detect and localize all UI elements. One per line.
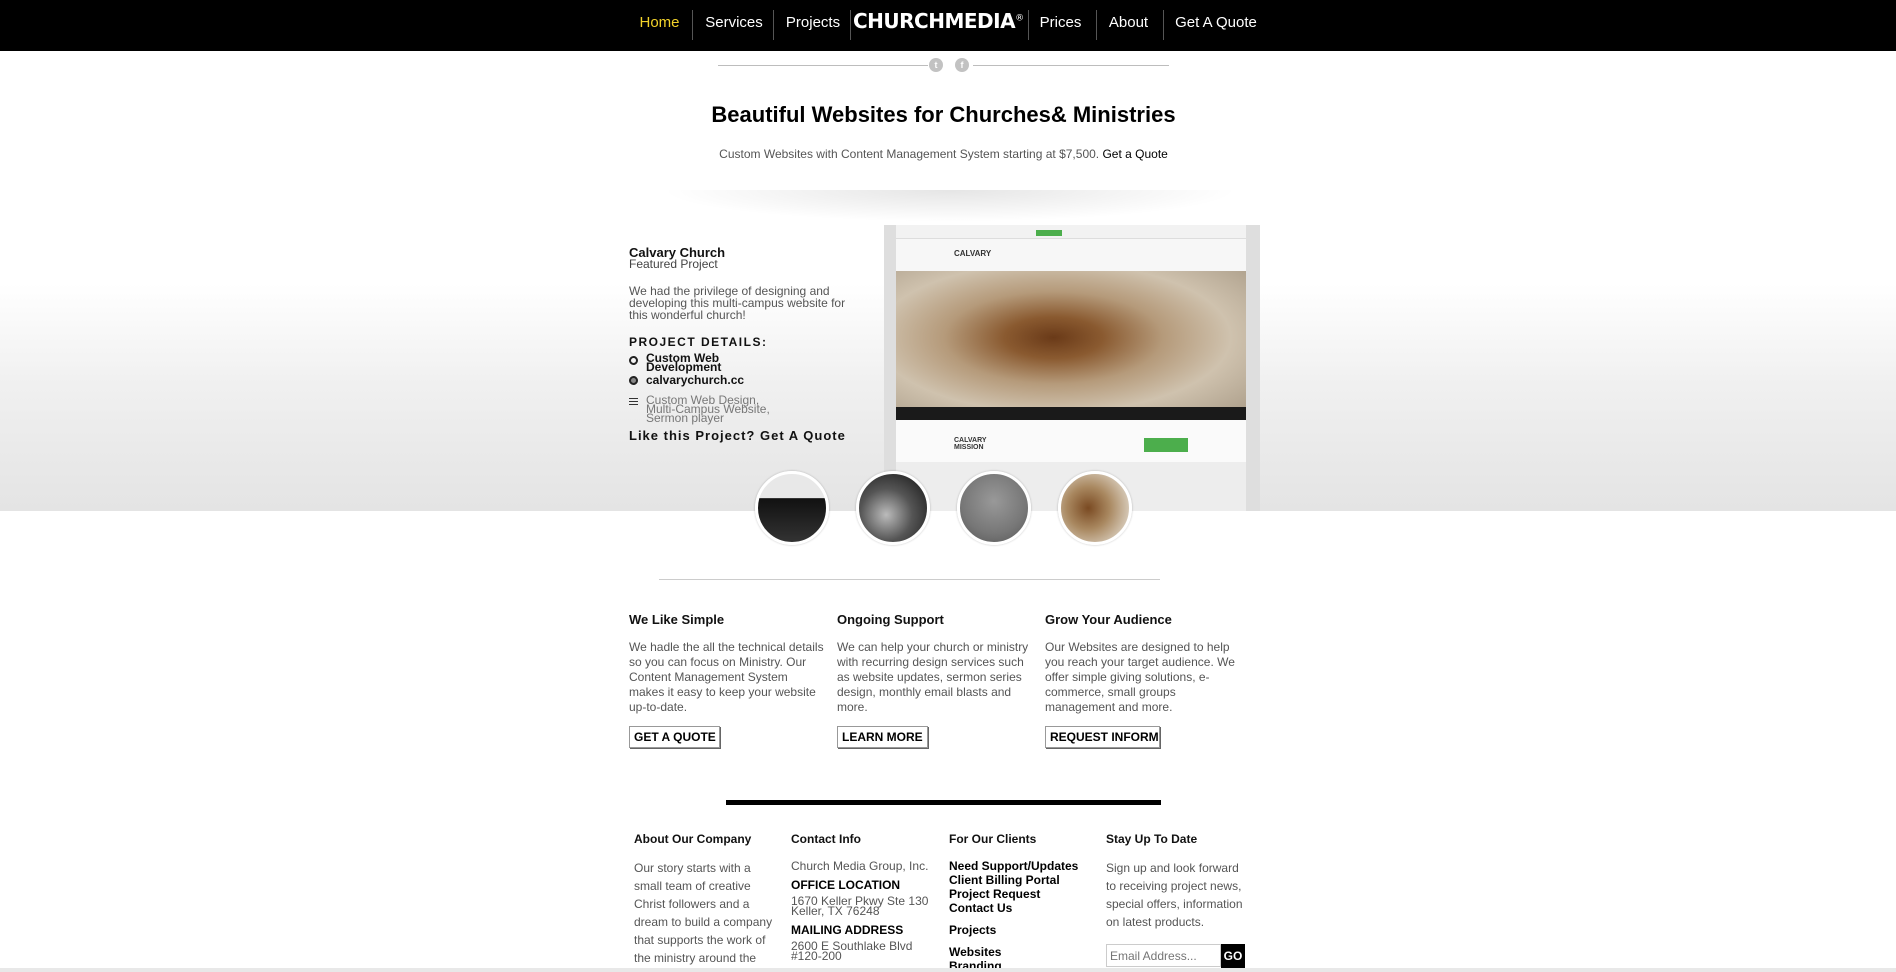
feature-we-like-simple: We Like Simple We hadle the all the tech… bbox=[629, 612, 824, 748]
feature-text: We hadle the all the technical details s… bbox=[629, 640, 824, 714]
projects-heading[interactable]: Projects bbox=[949, 923, 1094, 937]
mock-logo: CALVARY bbox=[954, 249, 992, 258]
websites-link[interactable]: Websites bbox=[949, 945, 1094, 959]
like-project-cta[interactable]: Like this Project? Get A Quote bbox=[629, 428, 846, 443]
mock-mission-bar bbox=[896, 420, 1246, 462]
project-tags-text: Custom Web Design, Multi-Campus Website,… bbox=[646, 393, 770, 425]
project-thumbnail-3[interactable] bbox=[957, 471, 1031, 545]
twitter-icon[interactable]: t bbox=[929, 58, 943, 72]
section-shadow bbox=[660, 190, 1240, 222]
get-a-quote-button[interactable]: GET A QUOTE bbox=[629, 726, 720, 748]
screenshot-frame: CALVARY CALVARY MISSION bbox=[896, 225, 1246, 511]
client-billing-portal-link[interactable]: Client Billing Portal bbox=[949, 873, 1094, 887]
footer-clients: For Our Clients Need Support/Updates Cli… bbox=[949, 832, 1094, 972]
get-a-quote-link[interactable]: Get a Quote bbox=[1102, 147, 1167, 161]
project-thumbnail-4[interactable] bbox=[1058, 471, 1132, 545]
nav-separator bbox=[1028, 10, 1029, 40]
feature-ongoing-support: Ongoing Support We can help your church … bbox=[837, 612, 1032, 748]
project-url-link[interactable]: calvarychurch.cc bbox=[646, 374, 766, 386]
nav-separator bbox=[1163, 10, 1164, 40]
list-icon bbox=[629, 398, 638, 407]
featured-project-description: We had the privilege of designing and de… bbox=[629, 284, 846, 322]
churchmedia-logo[interactable]: CHURCHMEDIA® bbox=[853, 9, 1024, 33]
nav-separator bbox=[692, 10, 693, 40]
feature-text: Our Websites are designed to help you re… bbox=[1045, 640, 1235, 714]
bottom-scroll-strip bbox=[0, 968, 1896, 972]
mock-green-button bbox=[1036, 230, 1062, 236]
footer-divider bbox=[726, 800, 1161, 805]
mock-thumbnail-strip bbox=[896, 407, 1246, 420]
nav-projects[interactable]: Projects bbox=[783, 0, 843, 51]
header-divider-right bbox=[973, 65, 1169, 66]
logo-registered-mark: ® bbox=[1015, 13, 1024, 24]
project-screenshot[interactable]: CALVARY CALVARY MISSION bbox=[884, 225, 1260, 511]
email-field[interactable] bbox=[1106, 944, 1221, 967]
nav-prices[interactable]: Prices bbox=[1037, 0, 1084, 51]
feature-title: We Like Simple bbox=[629, 612, 725, 627]
subtitle-text: Custom Websites with Content Management … bbox=[719, 147, 1100, 161]
mock-header bbox=[896, 239, 1246, 271]
footer-newsletter-text: Sign up and look forward to receiving pr… bbox=[1106, 861, 1243, 929]
feature-title: Grow Your Audience bbox=[1045, 612, 1172, 627]
main-nav: Home Services Projects CHURCHMEDIA® Pric… bbox=[0, 0, 1896, 51]
feature-text: We can help your church or ministry with… bbox=[837, 640, 1029, 714]
logo-text: CHURCHMEDIA bbox=[853, 9, 1016, 33]
need-support-link[interactable]: Need Support/Updates bbox=[949, 859, 1094, 873]
mock-topbar bbox=[896, 225, 1246, 239]
contact-us-link[interactable]: Contact Us bbox=[949, 901, 1094, 915]
project-thumbnail-1[interactable] bbox=[755, 471, 829, 545]
service-icon bbox=[629, 356, 638, 365]
footer-newsletter: Stay Up To Date Sign up and look forward… bbox=[1106, 832, 1251, 931]
footer-contact-title: Contact Info bbox=[791, 832, 861, 846]
footer-contact: Contact Info Church Media Group, Inc. OF… bbox=[791, 832, 936, 962]
footer-about-text: Our story starts with a small team of cr… bbox=[634, 861, 773, 965]
featured-project-label: Featured Project bbox=[629, 257, 718, 271]
footer-about: About Our Company Our story starts with … bbox=[634, 832, 779, 967]
footer-clients-title: For Our Clients bbox=[949, 832, 1037, 846]
request-information-button[interactable]: REQUEST INFORMATION bbox=[1045, 726, 1160, 748]
mailing-address-label: MAILING ADDRESS bbox=[791, 923, 904, 937]
go-button[interactable]: GO bbox=[1221, 944, 1245, 968]
header-divider-left bbox=[718, 65, 928, 66]
nav-services[interactable]: Services bbox=[703, 0, 765, 51]
nav-home[interactable]: Home bbox=[637, 0, 682, 51]
nav-about[interactable]: About bbox=[1106, 0, 1151, 51]
mock-mission-title: CALVARY MISSION bbox=[954, 437, 987, 451]
page-subtitle: Custom Websites with Content Management … bbox=[600, 147, 1287, 161]
section-divider bbox=[659, 579, 1160, 580]
project-details-heading: PROJECT DETAILS: bbox=[629, 335, 768, 349]
nav-get-a-quote[interactable]: Get A Quote bbox=[1174, 0, 1258, 51]
mock-hero-image bbox=[896, 271, 1246, 419]
service-text: Custom Web Development bbox=[646, 351, 722, 374]
globe-icon bbox=[629, 376, 638, 385]
footer-newsletter-title: Stay Up To Date bbox=[1106, 832, 1198, 846]
project-thumbnail-2[interactable] bbox=[856, 471, 930, 545]
page-headline: Beautiful Websites for Churches& Ministr… bbox=[711, 102, 1176, 127]
learn-more-button[interactable]: LEARN MORE bbox=[837, 726, 928, 748]
project-request-link[interactable]: Project Request bbox=[949, 887, 1094, 901]
mock-cta-button bbox=[1144, 438, 1188, 452]
company-name: Church Media Group, Inc. bbox=[791, 859, 929, 873]
footer-about-title: About Our Company bbox=[634, 832, 752, 846]
facebook-icon[interactable]: f bbox=[955, 58, 969, 72]
feature-grow-your-audience: Grow Your Audience Our Websites are desi… bbox=[1045, 612, 1240, 748]
nav-separator bbox=[850, 10, 851, 40]
feature-title: Ongoing Support bbox=[837, 612, 944, 627]
office-location-label: OFFICE LOCATION bbox=[791, 878, 901, 892]
nav-separator bbox=[1096, 10, 1097, 40]
nav-separator bbox=[773, 10, 774, 40]
